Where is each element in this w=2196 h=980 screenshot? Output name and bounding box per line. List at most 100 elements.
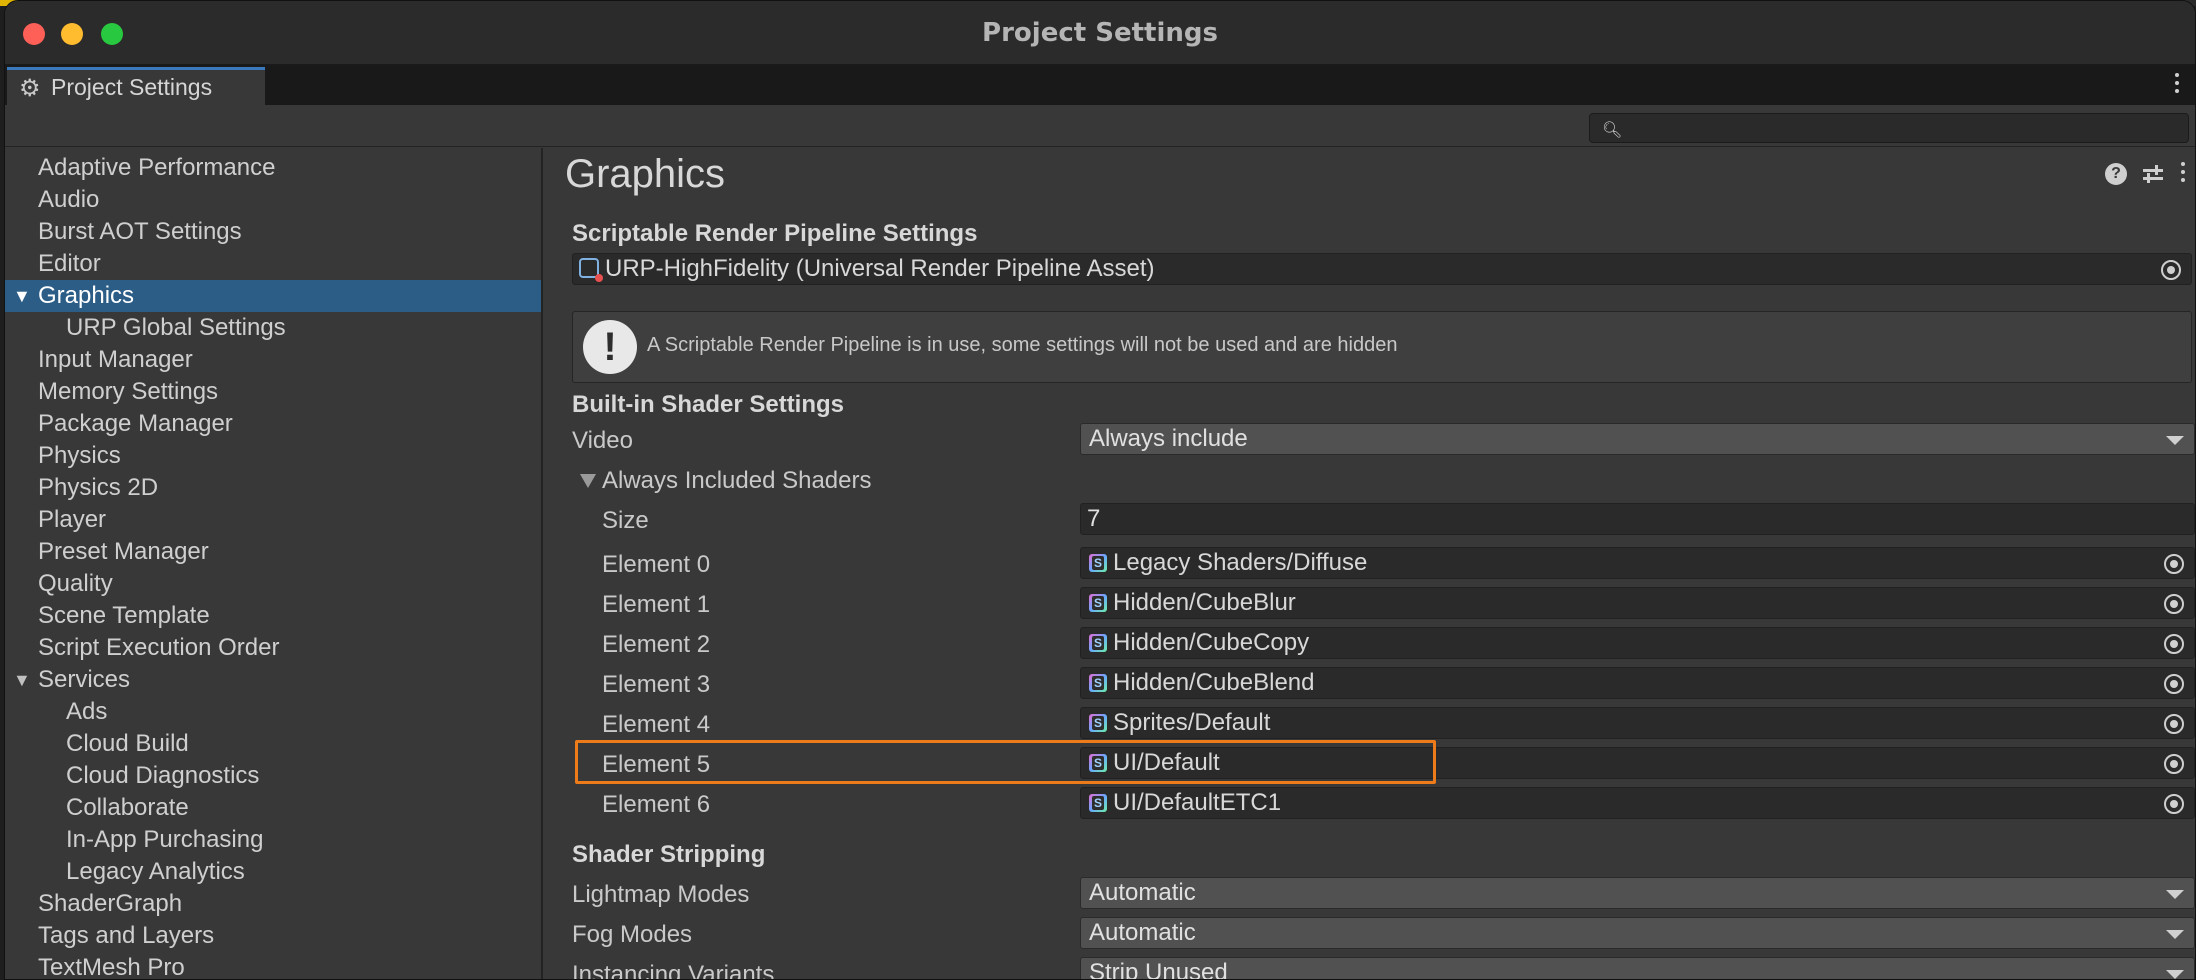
shader-field[interactable]: S UI/DefaultETC1: [1080, 787, 2195, 819]
stripping-label: Instancing Variants: [572, 961, 775, 980]
sidebar-item[interactable]: Audio: [5, 184, 541, 216]
sidebar-item[interactable]: Tags and Layers: [5, 920, 541, 952]
shader-value: Sprites/Default: [1113, 709, 1271, 736]
element-label: Element 5: [602, 751, 711, 778]
object-picker-icon[interactable]: [2164, 754, 2184, 774]
element-label: Element 4: [602, 711, 711, 738]
sidebar-item[interactable]: Editor: [5, 248, 541, 280]
foldout-arrow-icon[interactable]: [580, 474, 596, 488]
search-input[interactable]: 🔍︎: [1589, 113, 2189, 143]
stripping-dropdown[interactable]: Strip Unused: [1080, 957, 2195, 980]
size-field[interactable]: 7: [1080, 503, 2195, 535]
shader-icon: S: [1089, 794, 1107, 812]
tab-label: Project Settings: [51, 74, 213, 100]
stripping-value: Automatic: [1089, 879, 1196, 906]
builtin-header: Built-in Shader Settings: [572, 391, 845, 418]
stripping-value: Strip Unused: [1089, 959, 1228, 980]
shader-value: Hidden/CubeCopy: [1113, 629, 1310, 656]
search-icon: 🔍︎: [1602, 120, 1623, 139]
shader-icon: S: [1089, 634, 1107, 652]
shader-field[interactable]: S Sprites/Default: [1080, 707, 2195, 739]
sidebar-item-label: URP Global Settings: [66, 314, 286, 341]
stripping-dropdown[interactable]: Automatic: [1080, 917, 2195, 949]
info-help-box: ! A Scriptable Render Pipeline is in use…: [572, 311, 2192, 383]
sidebar-item[interactable]: Scene Template: [5, 600, 541, 632]
object-picker-icon[interactable]: [2164, 794, 2184, 814]
sidebar-item-label: Audio: [38, 186, 100, 213]
sidebar-item[interactable]: Package Manager: [5, 408, 541, 440]
sidebar-item[interactable]: Preset Manager: [5, 536, 541, 568]
graphics-panel: Graphics ? Scriptable Render Pipeline Se…: [545, 148, 2195, 980]
title-bar: Project Settings: [5, 1, 2195, 65]
settings-sidebar: Adaptive Performance Audio Burst AOT Setti…: [5, 148, 543, 979]
sidebar-item[interactable]: Adaptive Performance: [5, 152, 541, 184]
srp-asset-field[interactable]: URP-HighFidelity (Universal Render Pipel…: [572, 253, 2192, 285]
sidebar-item[interactable]: Input Manager: [5, 344, 541, 376]
sidebar-item-label: ShaderGraph: [38, 890, 183, 917]
sidebar-item[interactable]: ShaderGraph: [5, 888, 541, 920]
shader-value: UI/Default: [1113, 749, 1220, 776]
object-picker-icon[interactable]: [2164, 634, 2184, 654]
warning-icon: !: [583, 320, 637, 374]
object-picker-icon[interactable]: [2161, 260, 2181, 280]
object-picker-icon[interactable]: [2164, 594, 2184, 614]
sidebar-item[interactable]: Physics 2D: [5, 472, 541, 504]
element-label: Element 2: [602, 631, 711, 658]
sidebar-item[interactable]: Ads: [5, 696, 541, 728]
sidebar-item[interactable]: Cloud Build: [5, 728, 541, 760]
shader-field[interactable]: S Hidden/CubeBlend: [1080, 667, 2195, 699]
video-dropdown[interactable]: Always include: [1080, 423, 2195, 455]
sidebar-item[interactable]: Collaborate: [5, 792, 541, 824]
object-picker-icon[interactable]: [2164, 554, 2184, 574]
sidebar-item-label: Adaptive Performance: [38, 154, 276, 181]
sidebar-item-label: Graphics: [38, 282, 135, 309]
search-row: 🔍︎: [5, 105, 2195, 147]
help-message: A Scriptable Render Pipeline is in use, …: [647, 334, 1398, 356]
sidebar-item[interactable]: Physics: [5, 440, 541, 472]
shader-icon: S: [1089, 754, 1107, 772]
shader-field[interactable]: S UI/Default: [1080, 747, 2195, 779]
shader-field[interactable]: S Hidden/CubeCopy: [1080, 627, 2195, 659]
sidebar-item[interactable]: TextMesh Pro: [5, 952, 541, 979]
sidebar-item[interactable]: URP Global Settings: [5, 312, 541, 344]
expand-arrow-icon[interactable]: ▼: [13, 280, 31, 312]
srp-asset-value: URP-HighFidelity (Universal Render Pipel…: [605, 255, 1155, 282]
element-label: Element 0: [602, 551, 711, 578]
preset-icon[interactable]: [2141, 163, 2165, 185]
shader-field[interactable]: S Legacy Shaders/Diffuse: [1080, 547, 2195, 579]
shader-icon: S: [1089, 714, 1107, 732]
element-label: Element 3: [602, 671, 711, 698]
more-menu-icon[interactable]: [2173, 73, 2181, 97]
stripping-dropdown[interactable]: Automatic: [1080, 877, 2195, 909]
object-picker-icon[interactable]: [2164, 714, 2184, 734]
sidebar-item-label: In-App Purchasing: [66, 826, 264, 853]
sidebar-item[interactable]: Player: [5, 504, 541, 536]
object-picker-icon[interactable]: [2164, 674, 2184, 694]
project-settings-window: Project Settings ⚙ Project Settings 🔍︎ A…: [4, 0, 2196, 980]
srp-header: Scriptable Render Pipeline Settings: [572, 220, 978, 247]
always-included-label[interactable]: Always Included Shaders: [602, 467, 871, 495]
sidebar-item[interactable]: In-App Purchasing: [5, 824, 541, 856]
sidebar-item[interactable]: ▼ Graphics: [5, 280, 541, 312]
sidebar-item[interactable]: ▼ Services: [5, 664, 541, 696]
help-icon[interactable]: ?: [2105, 163, 2127, 185]
sidebar-item[interactable]: Quality: [5, 568, 541, 600]
shader-icon: S: [1089, 594, 1107, 612]
expand-arrow-icon[interactable]: ▼: [13, 664, 31, 696]
stripping-header: Shader Stripping: [572, 841, 766, 868]
sidebar-item[interactable]: Cloud Diagnostics: [5, 760, 541, 792]
tab-project-settings[interactable]: ⚙ Project Settings: [7, 67, 265, 105]
sidebar-item[interactable]: Script Execution Order: [5, 632, 541, 664]
sidebar-item[interactable]: Legacy Analytics: [5, 856, 541, 888]
sidebar-item[interactable]: Burst AOT Settings: [5, 216, 541, 248]
chevron-down-icon: [2166, 930, 2184, 939]
shader-icon: S: [1089, 674, 1107, 692]
shader-field[interactable]: S Hidden/CubeBlur: [1080, 587, 2195, 619]
pipeline-asset-icon: [579, 258, 603, 282]
sidebar-item-label: Quality: [38, 570, 113, 597]
window-title: Project Settings: [982, 18, 1218, 48]
sidebar-item-label: Tags and Layers: [38, 922, 215, 949]
sidebar-item[interactable]: Memory Settings: [5, 376, 541, 408]
tab-bar: ⚙ Project Settings: [5, 65, 2195, 105]
more-menu-icon[interactable]: [2179, 162, 2187, 186]
